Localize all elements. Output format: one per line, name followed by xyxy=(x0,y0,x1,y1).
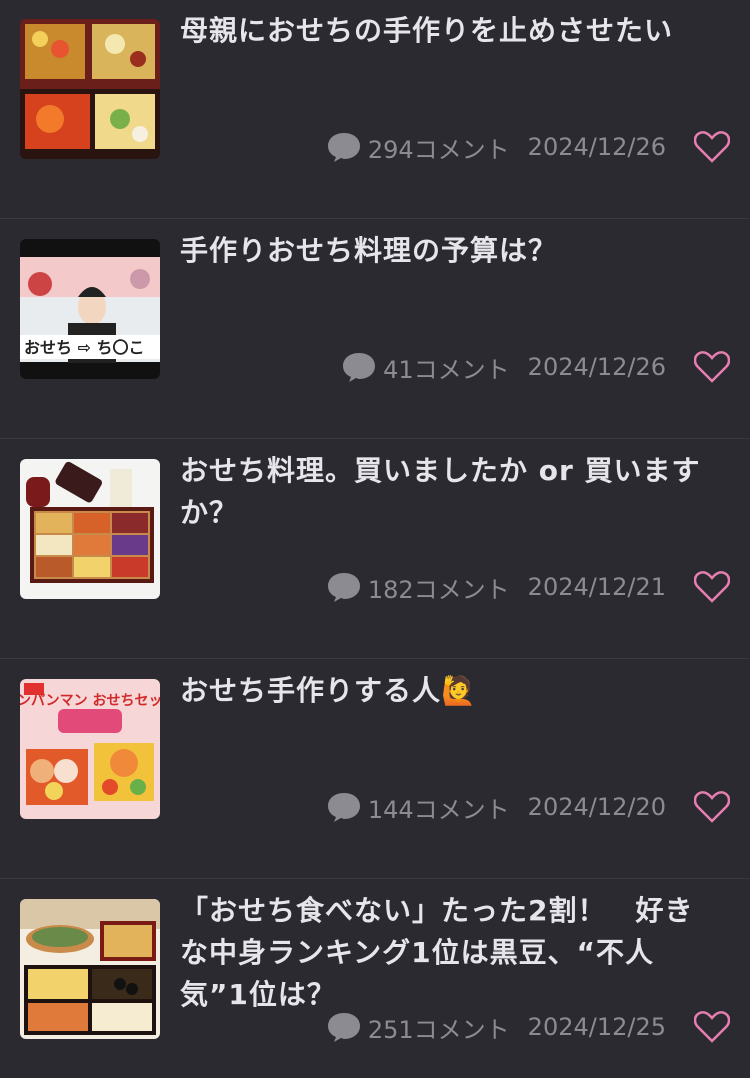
article-meta: 294コメント 2024/12/26 xyxy=(326,127,730,167)
article-thumbnail[interactable] xyxy=(20,459,160,599)
article-meta: 182コメント 2024/12/21 xyxy=(326,567,730,607)
osechi-box-with-wine-photo-icon xyxy=(20,459,160,599)
article-title[interactable]: おせち料理。買いましたか or 買いますか？ xyxy=(180,450,720,534)
article-meta: 41コメント 2024/12/26 xyxy=(341,347,730,387)
heart-icon[interactable] xyxy=(694,570,730,604)
article-thumbnail[interactable] xyxy=(20,19,160,159)
comment-icon xyxy=(327,573,360,602)
heart-icon[interactable] xyxy=(694,790,730,824)
heart-icon[interactable] xyxy=(694,1010,730,1044)
heart-icon[interactable] xyxy=(694,350,730,384)
comment-count: 294コメント xyxy=(367,135,510,164)
post-date: 2024/12/21 xyxy=(527,573,666,601)
tv-show-screenshot-icon: おせち ⇨ ち〇こ xyxy=(20,239,160,379)
list-item[interactable]: 母親におせちの手作りを止めさせたい 294コメント 2024/12/26 xyxy=(0,0,750,219)
osechi-jubako-photo-icon xyxy=(20,19,160,159)
thumb-caption: アンパンマン おせちセット xyxy=(20,693,160,709)
article-list: 母親におせちの手作りを止めさせたい 294コメント 2024/12/26 おせち… xyxy=(0,0,750,1078)
osechi-dishes-photo-icon xyxy=(20,899,160,1039)
comment-icon xyxy=(327,793,360,822)
comment-count: 251コメント xyxy=(367,1015,510,1044)
post-date: 2024/12/20 xyxy=(527,793,666,821)
article-meta: 251コメント 2024/12/25 xyxy=(326,1007,730,1047)
comment-icon xyxy=(327,133,360,162)
list-item[interactable]: アンパンマン おせちセット おせち手作りする人🙋 144コメント 2024/12… xyxy=(0,660,750,879)
list-item[interactable]: おせち料理。買いましたか or 買いますか？ 182コメント 2024/12/2… xyxy=(0,440,750,659)
post-date: 2024/12/25 xyxy=(527,1013,666,1041)
comment-count: 182コメント xyxy=(367,575,510,604)
article-title[interactable]: 母親におせちの手作りを止めさせたい xyxy=(180,10,720,52)
thumb-caption: おせち ⇨ ち〇こ xyxy=(24,338,145,357)
heart-icon[interactable] xyxy=(694,130,730,164)
article-title[interactable]: おせち手作りする人🙋 xyxy=(180,670,720,712)
list-item[interactable]: おせち ⇨ ち〇こ 手作りおせち料理の予算は？ 41コメント 2024/12/2… xyxy=(0,220,750,439)
article-title[interactable]: 手作りおせち料理の予算は？ xyxy=(180,230,720,272)
article-thumbnail[interactable]: おせち ⇨ ち〇こ xyxy=(20,239,160,379)
article-meta: 144コメント 2024/12/20 xyxy=(326,787,730,827)
article-title[interactable]: 「おせち食べない」たった2割！ 好きな中身ランキング1位は黒豆、“不人気”1位は… xyxy=(180,890,720,1016)
post-date: 2024/12/26 xyxy=(527,353,666,381)
comment-icon xyxy=(343,353,376,382)
article-thumbnail[interactable] xyxy=(20,899,160,1039)
anpanman-osechi-set-ad-icon: アンパンマン おせちセット xyxy=(20,679,160,819)
comment-count: 41コメント xyxy=(383,355,510,384)
article-thumbnail[interactable]: アンパンマン おせちセット xyxy=(20,679,160,819)
comment-count: 144コメント xyxy=(367,795,510,824)
list-item[interactable]: 「おせち食べない」たった2割！ 好きな中身ランキング1位は黒豆、“不人気”1位は… xyxy=(0,880,750,1078)
post-date: 2024/12/26 xyxy=(527,133,666,161)
comment-icon xyxy=(327,1013,360,1042)
